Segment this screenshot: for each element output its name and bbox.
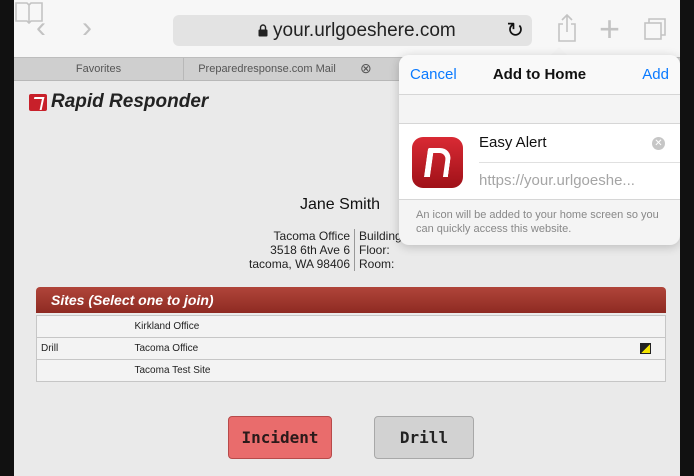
drill-flag-icon: [639, 342, 651, 354]
user-name: Jane Smith: [300, 196, 381, 213]
site-flag-cell: [639, 315, 666, 338]
address-line2: 3518 6th Ave 6: [270, 243, 350, 257]
address-line1: Tacoma Office: [273, 229, 350, 243]
forward-icon[interactable]: ›: [82, 13, 92, 43]
drill-button[interactable]: Drill: [374, 416, 474, 459]
site-name: Tacoma Office: [134, 337, 640, 360]
add-button[interactable]: Add: [642, 66, 669, 83]
tab-mail[interactable]: Preparedresponse.com Mail: [184, 58, 350, 80]
popover-app-info: Easy Alert ✕ https://your.urlgoeshe...: [399, 123, 680, 200]
app-icon: [412, 137, 463, 188]
app-logo-icon: [423, 148, 453, 177]
floor-label: Floor:: [359, 243, 390, 257]
site-status: [36, 315, 135, 338]
popover-note: An icon will be added to your home scree…: [416, 209, 659, 235]
back-icon[interactable]: ‹: [36, 13, 46, 43]
sites-header: Sites (Select one to join): [36, 287, 666, 313]
site-name: Tacoma Test Site: [134, 359, 640, 382]
add-to-home-popover: Add to Home Cancel Add Easy Alert ✕ http…: [399, 55, 680, 245]
app-url-text: https://your.urlgoeshe...: [479, 172, 635, 189]
browser-toolbar: ‹ › your.urlgoeshere.com ↻ +: [14, 0, 680, 57]
site-flag-cell: [639, 337, 666, 360]
site-status: Drill: [36, 337, 135, 360]
building-label: Building: [359, 229, 402, 243]
close-tab-icon[interactable]: ⊗: [360, 60, 372, 77]
address-bar[interactable]: your.urlgoeshere.com ↻: [173, 15, 532, 46]
sites-table: Kirkland Office Drill Tacoma Office Taco…: [36, 315, 666, 382]
clear-icon[interactable]: ✕: [652, 137, 665, 150]
address-line3: tacoma, WA 98406: [249, 257, 350, 271]
lock-icon: [258, 24, 268, 37]
cancel-button[interactable]: Cancel: [410, 66, 457, 83]
reload-icon[interactable]: ↻: [506, 18, 524, 43]
logo-icon: [29, 94, 47, 111]
site-status: [36, 359, 135, 382]
new-tab-icon[interactable]: +: [599, 8, 620, 50]
site-name: Kirkland Office: [134, 315, 640, 338]
browser-window: ‹ › your.urlgoeshere.com ↻ + Favorites P…: [14, 0, 680, 476]
table-row[interactable]: Kirkland Office: [36, 315, 666, 338]
building-block: Building Floor: Room:: [359, 229, 402, 271]
logo-text: Rapid Responder: [51, 91, 209, 112]
tab-favorites[interactable]: Favorites: [14, 58, 184, 80]
share-icon[interactable]: [556, 14, 578, 42]
tabs-overview-icon[interactable]: [644, 18, 666, 40]
table-row[interactable]: Drill Tacoma Office: [36, 337, 666, 360]
app-name-field[interactable]: Easy Alert: [479, 134, 547, 151]
room-label: Room:: [359, 257, 395, 271]
site-flag-cell: [639, 359, 666, 382]
divider: [479, 162, 680, 163]
address-block: Tacoma Office 3518 6th Ave 6 tacoma, WA …: [224, 229, 355, 271]
incident-button[interactable]: Incident: [228, 416, 332, 459]
popover-header: Add to Home Cancel Add: [399, 55, 680, 95]
url-text: your.urlgoeshere.com: [273, 20, 456, 41]
table-row[interactable]: Tacoma Test Site: [36, 359, 666, 382]
